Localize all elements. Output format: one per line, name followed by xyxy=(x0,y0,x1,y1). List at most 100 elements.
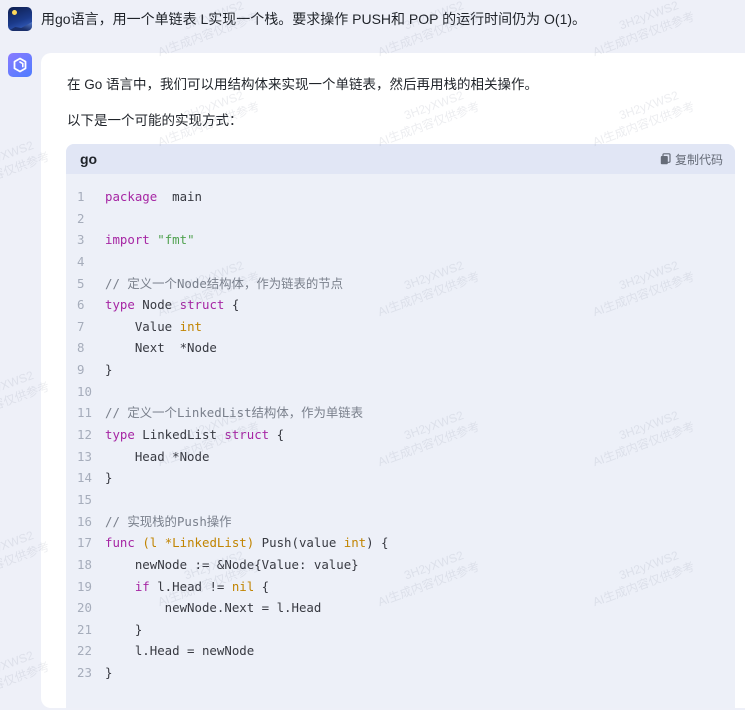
line-number: 9 xyxy=(77,362,85,378)
code-line: 20 newNode.Next = l.Head xyxy=(66,597,735,619)
code-token: int xyxy=(343,535,367,551)
code-token: struct xyxy=(224,427,270,443)
code-line: 11 // 定义一个LinkedList结构体，作为单链表 xyxy=(66,402,735,424)
code-token: newNode := &Node{Value: value} xyxy=(105,556,359,572)
code-token: int xyxy=(179,318,202,334)
code-token: if xyxy=(134,578,150,594)
line-number: 16 xyxy=(77,513,92,529)
code-line: 22 l.Head = newNode xyxy=(66,640,735,662)
code-line: 1 package main xyxy=(66,186,735,208)
code-text: } xyxy=(104,359,112,381)
code-language-label: go xyxy=(80,151,98,167)
code-text: newNode := &Node{Value: value} xyxy=(104,554,359,576)
line-number: 8 xyxy=(77,340,85,356)
line-number: 15 xyxy=(77,491,92,507)
code-token: import xyxy=(105,232,150,248)
answer-paragraph: 以下是一个可能的实现方式： xyxy=(67,113,243,128)
code-lines: 1 package main 2 3 import "fmt" 4 5// 定义一个Node… xyxy=(66,174,735,684)
line-number: 6 xyxy=(77,297,85,313)
code-text: if l.Head != nil { xyxy=(104,576,269,598)
user-avatar xyxy=(8,7,32,31)
assistant-avatar xyxy=(8,53,32,77)
user-message-text: 用go语言，用一个单链表 L实现一个栈。要求操作 PUSH和 POP 的运行时间… xyxy=(41,11,587,27)
code-text: newNode.Next = l.Head xyxy=(104,597,322,619)
code-token: struct xyxy=(179,297,225,313)
code-token: func xyxy=(105,535,135,551)
code-token: { xyxy=(269,427,285,443)
landscape-icon xyxy=(8,22,32,31)
line-number: 4 xyxy=(77,253,85,269)
code-token: (l *LinkedList) xyxy=(142,535,255,551)
code-line: 21 } xyxy=(66,619,735,641)
copy-code-label: 复制代码 xyxy=(674,152,723,167)
code-token: Next *Node xyxy=(105,340,217,356)
code-token: LinkedList xyxy=(134,427,225,443)
code-text: import "fmt" xyxy=(104,229,195,251)
code-block-header: go 复制代码 xyxy=(66,144,735,174)
code-text: func (l *LinkedList) Push(value int) { xyxy=(104,532,389,554)
code-line: 2 xyxy=(66,208,735,230)
code-text: } xyxy=(104,619,142,641)
code-token: // 实现栈的Push操作 xyxy=(105,513,232,529)
assistant-logo-icon xyxy=(13,57,27,73)
code-token: // 定义一个Node结构体，作为链表的节点 xyxy=(105,275,344,291)
code-text: // 定义一个LinkedList结构体，作为单链表 xyxy=(104,402,363,424)
code-token: Value xyxy=(105,318,180,334)
code-token: Node xyxy=(134,297,180,313)
line-number: 11 xyxy=(77,405,92,421)
code-token: { xyxy=(224,297,240,313)
code-line: 6 type Node struct { xyxy=(66,294,735,316)
code-line: 17 func (l *LinkedList) Push(value int) { xyxy=(66,532,735,554)
code-token: Head *Node xyxy=(105,448,210,464)
copy-icon xyxy=(660,153,671,165)
code-token: } xyxy=(105,362,113,378)
code-line: 19 if l.Head != nil { xyxy=(66,576,735,598)
code-line: 8 Next *Node xyxy=(66,337,735,359)
code-line: 9} xyxy=(66,359,735,381)
code-token: ) { xyxy=(366,535,389,551)
code-text: l.Head = newNode xyxy=(104,640,254,662)
code-token: // 定义一个LinkedList结构体，作为单链表 xyxy=(105,405,364,421)
answer-paragraph: 在 Go 语言中，我们可以用结构体来实现一个单链表，然后再用栈的相关操作。 xyxy=(67,77,539,92)
line-number: 14 xyxy=(77,470,92,486)
code-token: l.Head = newNode xyxy=(105,643,255,659)
code-token: l.Head != xyxy=(149,578,232,594)
code-token: main xyxy=(157,189,202,204)
code-line: 16 // 实现栈的Push操作 xyxy=(66,511,735,533)
code-text: // 定义一个Node结构体，作为链表的节点 xyxy=(104,273,343,295)
copy-code-button[interactable]: 复制代码 xyxy=(660,151,723,168)
code-line: 14} xyxy=(66,467,735,489)
code-text: type LinkedList struct { xyxy=(104,424,284,446)
line-number: 13 xyxy=(77,448,92,464)
code-line: 18 newNode := &Node{Value: value} xyxy=(66,554,735,576)
line-number: 17 xyxy=(77,535,92,551)
line-number: 18 xyxy=(77,556,92,572)
code-text: type Node struct { xyxy=(104,294,239,316)
code-text: Head *Node xyxy=(104,446,210,468)
code-token: } xyxy=(105,665,113,681)
line-number: 20 xyxy=(77,600,92,616)
moon-icon xyxy=(12,10,17,15)
user-message: 用go语言，用一个单链表 L实现一个栈。要求操作 PUSH和 POP 的运行时间… xyxy=(8,6,745,32)
code-token: } xyxy=(105,470,113,486)
code-text: } xyxy=(104,467,112,489)
line-number: 23 xyxy=(77,665,92,681)
code-token: { xyxy=(254,578,270,594)
code-token: newNode.Next = l.Head xyxy=(105,600,322,616)
code-text: Next *Node xyxy=(104,337,217,359)
line-number: 10 xyxy=(77,383,92,399)
code-token: Push(value xyxy=(254,535,344,551)
line-number: 19 xyxy=(77,578,92,594)
line-number: 1 xyxy=(77,189,85,204)
code-line: 3 import "fmt" xyxy=(66,229,735,251)
code-line: 13 Head *Node xyxy=(66,446,735,468)
line-number: 12 xyxy=(77,427,92,443)
code-text: } xyxy=(104,662,112,684)
code-text: Value int xyxy=(104,316,202,338)
line-number: 5 xyxy=(77,275,85,291)
code-token: type xyxy=(105,427,135,443)
